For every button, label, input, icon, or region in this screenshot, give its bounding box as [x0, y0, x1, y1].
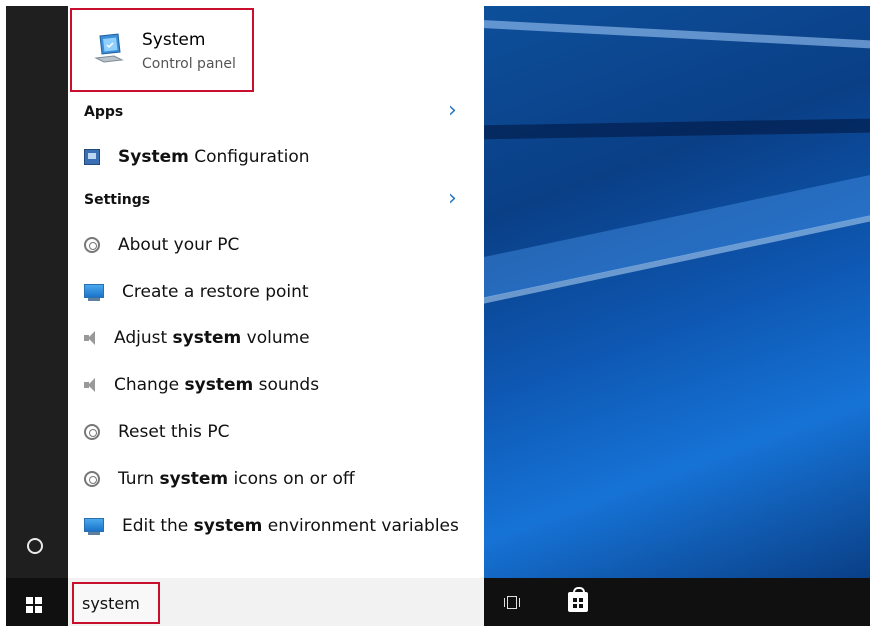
settings-result-about-your-pc[interactable]: About your PC	[84, 231, 239, 259]
settings-result-reset-this-pc[interactable]: Reset this PC	[84, 418, 229, 446]
cortana-icon[interactable]	[27, 538, 43, 554]
apps-expand-chevron-icon[interactable]: ›	[448, 100, 457, 122]
speaker-icon	[84, 378, 96, 392]
system-pc-icon	[94, 33, 124, 63]
windows-start-icon[interactable]	[26, 597, 42, 613]
result-label: Adjust system volume	[114, 328, 310, 348]
msconfig-icon	[84, 149, 100, 165]
app-result-system-configuration[interactable]: System Configuration	[84, 143, 310, 171]
settings-result-create-restore-point[interactable]: Create a restore point	[84, 278, 309, 306]
settings-section-header: Settings	[84, 192, 151, 208]
wallpaper-light-beam	[484, 18, 870, 54]
settings-expand-chevron-icon[interactable]: ›	[448, 188, 457, 210]
settings-result-turn-system-icons[interactable]: Turn system icons on or off	[84, 465, 355, 493]
gear-icon	[84, 471, 100, 487]
start-left-rail	[6, 6, 68, 578]
settings-result-change-system-sounds[interactable]: Change system sounds	[84, 371, 319, 399]
task-view-icon[interactable]	[504, 596, 522, 610]
taskbar-search-box	[68, 578, 484, 626]
search-results-panel: System Control panel Apps › System Confi…	[68, 6, 484, 578]
best-match-subtitle: Control panel	[142, 56, 236, 72]
store-icon[interactable]	[568, 587, 588, 612]
speaker-icon	[84, 331, 96, 345]
desktop-wallpaper	[484, 6, 870, 578]
result-label: Turn system icons on or off	[118, 469, 355, 489]
wallpaper-dark-band	[484, 116, 870, 140]
result-label: About your PC	[118, 235, 240, 255]
monitor-icon	[84, 518, 104, 535]
result-label: Edit the system environment variables	[122, 516, 459, 536]
result-label: Create a restore point	[122, 282, 309, 302]
monitor-icon	[84, 284, 104, 301]
result-label: Change system sounds	[114, 375, 320, 395]
best-match-title: System	[142, 30, 206, 50]
result-label: Reset this PC	[118, 422, 230, 442]
gear-icon	[84, 424, 100, 440]
result-label: System Configuration	[118, 147, 310, 167]
gear-icon	[84, 237, 100, 253]
settings-result-adjust-system-volume[interactable]: Adjust system volume	[84, 324, 310, 352]
apps-section-header: Apps	[84, 104, 124, 120]
search-input[interactable]	[72, 582, 160, 624]
best-match-result[interactable]: System Control panel	[70, 8, 254, 92]
settings-result-edit-environment-variables[interactable]: Edit the system environment variables	[84, 512, 459, 540]
